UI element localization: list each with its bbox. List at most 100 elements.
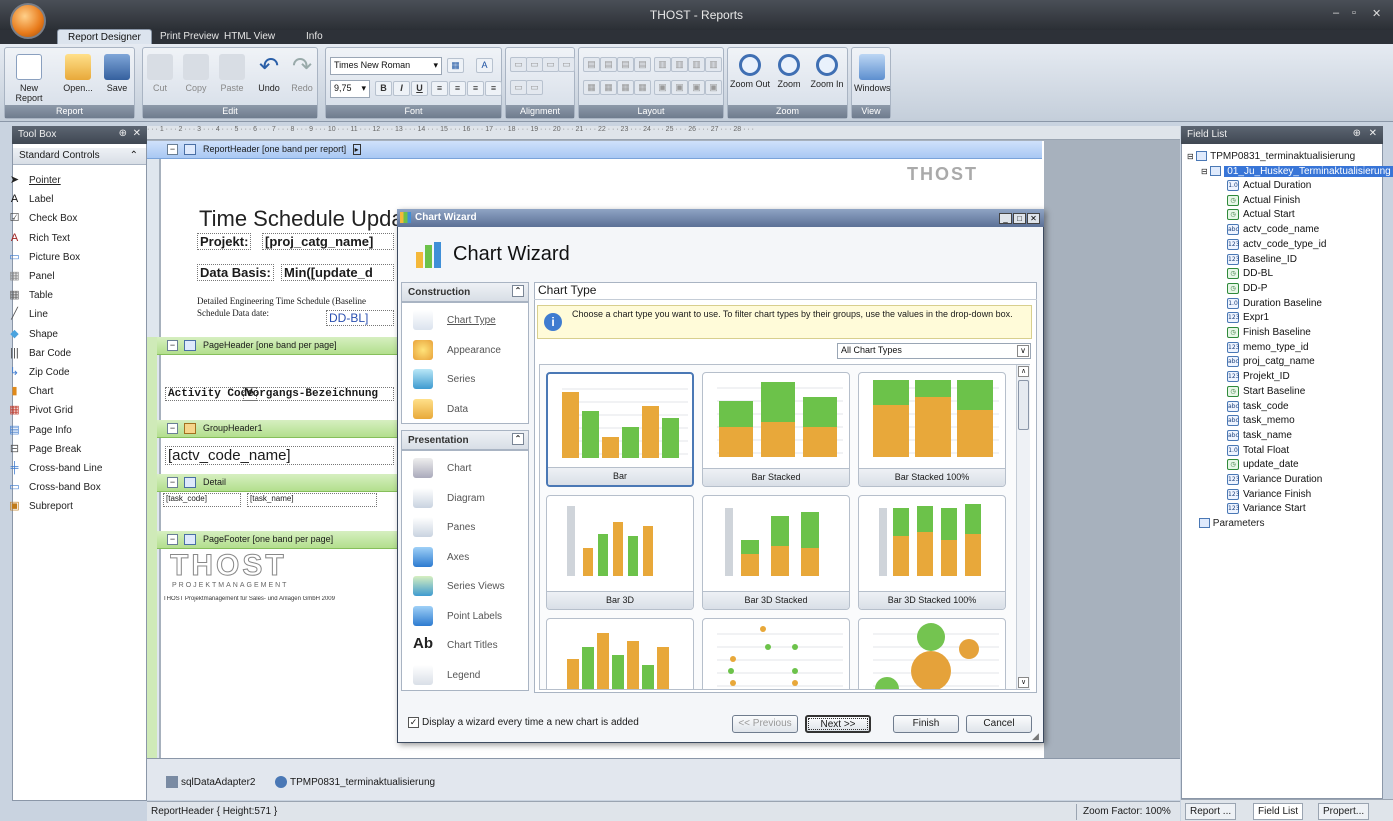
- center-vert-button[interactable]: ▣: [671, 80, 688, 95]
- collapse-icon[interactable]: −: [167, 340, 178, 351]
- task-code-field[interactable]: [task_code]: [163, 493, 241, 507]
- next-button[interactable]: Next >>: [805, 715, 871, 733]
- tab-report-explorer[interactable]: Report ...: [1185, 803, 1237, 820]
- zoom-in-button[interactable]: Zoom In: [808, 54, 846, 89]
- cut-button[interactable]: Cut: [145, 54, 175, 93]
- toolbox-item[interactable]: ▭ Picture Box: [8, 250, 128, 268]
- gallery-scrollbar[interactable]: ∧ ∨: [1016, 365, 1030, 689]
- collapse-icon[interactable]: −: [167, 423, 178, 434]
- task-name-field[interactable]: [task_name]: [247, 493, 377, 507]
- chart-type-card[interactable]: [546, 618, 694, 689]
- chart-type-card[interactable]: Bar 3D Stacked: [702, 495, 850, 610]
- toolbox-item[interactable]: ➤ Pointer: [8, 173, 128, 191]
- align-rights-button[interactable]: ▭: [542, 57, 559, 72]
- align-grid-button[interactable]: ▭: [558, 57, 575, 72]
- restore-button[interactable]: ▫: [1352, 7, 1356, 19]
- minimize-button[interactable]: –: [1333, 7, 1339, 19]
- toolbox-item[interactable]: A Label: [8, 192, 128, 210]
- smart-tag-icon[interactable]: ▸: [352, 144, 361, 155]
- dialog-minimize-button[interactable]: _: [999, 213, 1012, 224]
- toolbox-item[interactable]: ||| Bar Code: [8, 346, 128, 364]
- v-spacing-remove-button[interactable]: ▦: [634, 80, 651, 95]
- title-label[interactable]: Time Schedule Upda: [199, 206, 404, 232]
- presentation-header[interactable]: Presentation ⌃: [401, 430, 529, 450]
- previous-button[interactable]: << Previous: [732, 715, 798, 733]
- collapse-chevron-icon[interactable]: ⌃: [512, 433, 524, 445]
- close-icon[interactable]: ✕: [1369, 128, 1377, 139]
- tree-table[interactable]: ⊟ 01_Ju_Huskey_Terminaktualisierung: [1201, 166, 1393, 177]
- band-report-header[interactable]: − ReportHeader [one band per report] ▸: [147, 141, 1042, 159]
- align-tops-button[interactable]: ▭: [510, 80, 527, 95]
- h-spacing-button[interactable]: ▥: [654, 57, 671, 72]
- pin-icon[interactable]: ⊕: [119, 128, 127, 139]
- align-lefts-button[interactable]: ▭: [510, 57, 527, 72]
- collapse-icon[interactable]: −: [167, 534, 178, 545]
- toolbox-item[interactable]: A Rich Text: [8, 231, 128, 249]
- toolbox-item[interactable]: ☑ Check Box: [8, 211, 128, 229]
- tab-properties[interactable]: Propert...: [1318, 803, 1370, 820]
- toolbox-item[interactable]: ▦ Panel: [8, 269, 128, 287]
- component-sql-adapter[interactable]: sqlDataAdapter2: [181, 777, 256, 788]
- align-right-button[interactable]: ≡: [467, 81, 484, 96]
- toolbox-item[interactable]: ▣ Subreport: [8, 499, 128, 517]
- tab-html-view[interactable]: HTML View: [214, 29, 285, 45]
- chart-type-card[interactable]: Bar Stacked: [702, 372, 850, 487]
- toolbox-item[interactable]: ╱ Line: [8, 307, 128, 325]
- toolbox-item[interactable]: ▮ Chart: [8, 384, 128, 402]
- make-same-width-button[interactable]: ▤: [583, 57, 600, 72]
- h-spacing-inc-button[interactable]: ▥: [671, 57, 688, 72]
- redo-button[interactable]: ↷ Redo: [287, 54, 317, 94]
- expand-minus-icon[interactable]: ⊟: [1187, 152, 1194, 161]
- scroll-up-icon[interactable]: ∧: [1018, 366, 1029, 377]
- toolbox-item[interactable]: ▦ Table: [8, 288, 128, 306]
- close-icon[interactable]: ✕: [133, 128, 141, 139]
- underline-button[interactable]: U: [411, 81, 428, 96]
- finish-button[interactable]: Finish: [893, 715, 959, 733]
- tab-info[interactable]: Info: [296, 29, 333, 45]
- zoom-button[interactable]: Zoom: [774, 54, 804, 89]
- copy-button[interactable]: Copy: [179, 54, 213, 93]
- toolbox-item[interactable]: ↳ Zip Code: [8, 365, 128, 383]
- collapse-icon[interactable]: −: [167, 144, 178, 155]
- bring-front-button[interactable]: ▣: [688, 80, 705, 95]
- toolbox-item[interactable]: ▭ Cross-band Box: [8, 480, 128, 498]
- align-centers-button[interactable]: ▭: [526, 57, 543, 72]
- open-button[interactable]: Open...: [61, 54, 95, 93]
- dialog-maximize-button[interactable]: □: [1013, 213, 1026, 224]
- chart-type-card[interactable]: Bar 3D: [546, 495, 694, 610]
- component-dataset[interactable]: TPMP0831_terminaktualisierung: [290, 777, 435, 788]
- collapse-chevron-icon[interactable]: ⌃: [512, 285, 524, 297]
- scroll-thumb[interactable]: [1018, 380, 1029, 430]
- send-back-button[interactable]: ▣: [705, 80, 722, 95]
- toolbox-item[interactable]: ◆ Shape: [8, 327, 128, 345]
- resize-grip-icon[interactable]: ◢: [1032, 731, 1039, 742]
- size-to-grid-button[interactable]: ▤: [617, 57, 634, 72]
- v-spacing-dec-button[interactable]: ▦: [617, 80, 634, 95]
- v-spacing-button[interactable]: ▦: [583, 80, 600, 95]
- make-same-size-button[interactable]: ▤: [634, 57, 651, 72]
- bold-button[interactable]: B: [375, 81, 392, 96]
- data-basis-label[interactable]: Data Basis:: [197, 264, 274, 281]
- new-report-button[interactable]: New Report: [7, 54, 51, 103]
- windows-button[interactable]: Windows: [854, 54, 891, 93]
- make-same-height-button[interactable]: ▤: [600, 57, 617, 72]
- standard-controls-header[interactable]: Standard Controls ⌃: [13, 148, 146, 165]
- detail-text-line1[interactable]: Detailed Engineering Time Schedule (Base…: [197, 296, 397, 306]
- h-spacing-dec-button[interactable]: ▥: [688, 57, 705, 72]
- chart-type-card[interactable]: Bar Stacked 100%: [858, 372, 1006, 487]
- scroll-down-icon[interactable]: ∨: [1018, 677, 1029, 688]
- save-button[interactable]: Save: [101, 54, 133, 93]
- italic-button[interactable]: I: [393, 81, 410, 96]
- v-spacing-inc-button[interactable]: ▦: [600, 80, 617, 95]
- back-color-button[interactable]: ▦: [447, 58, 464, 73]
- dd-bl-field[interactable]: DD-BL]: [326, 310, 394, 326]
- tab-report-designer[interactable]: Report Designer: [57, 29, 152, 45]
- zoom-out-button[interactable]: Zoom Out: [730, 54, 770, 89]
- chart-type-card[interactable]: Bar 3D Stacked 100%: [858, 495, 1006, 610]
- tree-root[interactable]: ⊟ TPMP0831_terminaktualisierung: [1187, 151, 1355, 162]
- tab-field-list[interactable]: Field List: [1253, 803, 1304, 820]
- cancel-button[interactable]: Cancel: [966, 715, 1032, 733]
- justify-button[interactable]: ≡: [485, 81, 502, 96]
- toolbox-item[interactable]: ⊟ Page Break: [8, 442, 128, 460]
- dialog-close-button[interactable]: ✕: [1027, 213, 1040, 224]
